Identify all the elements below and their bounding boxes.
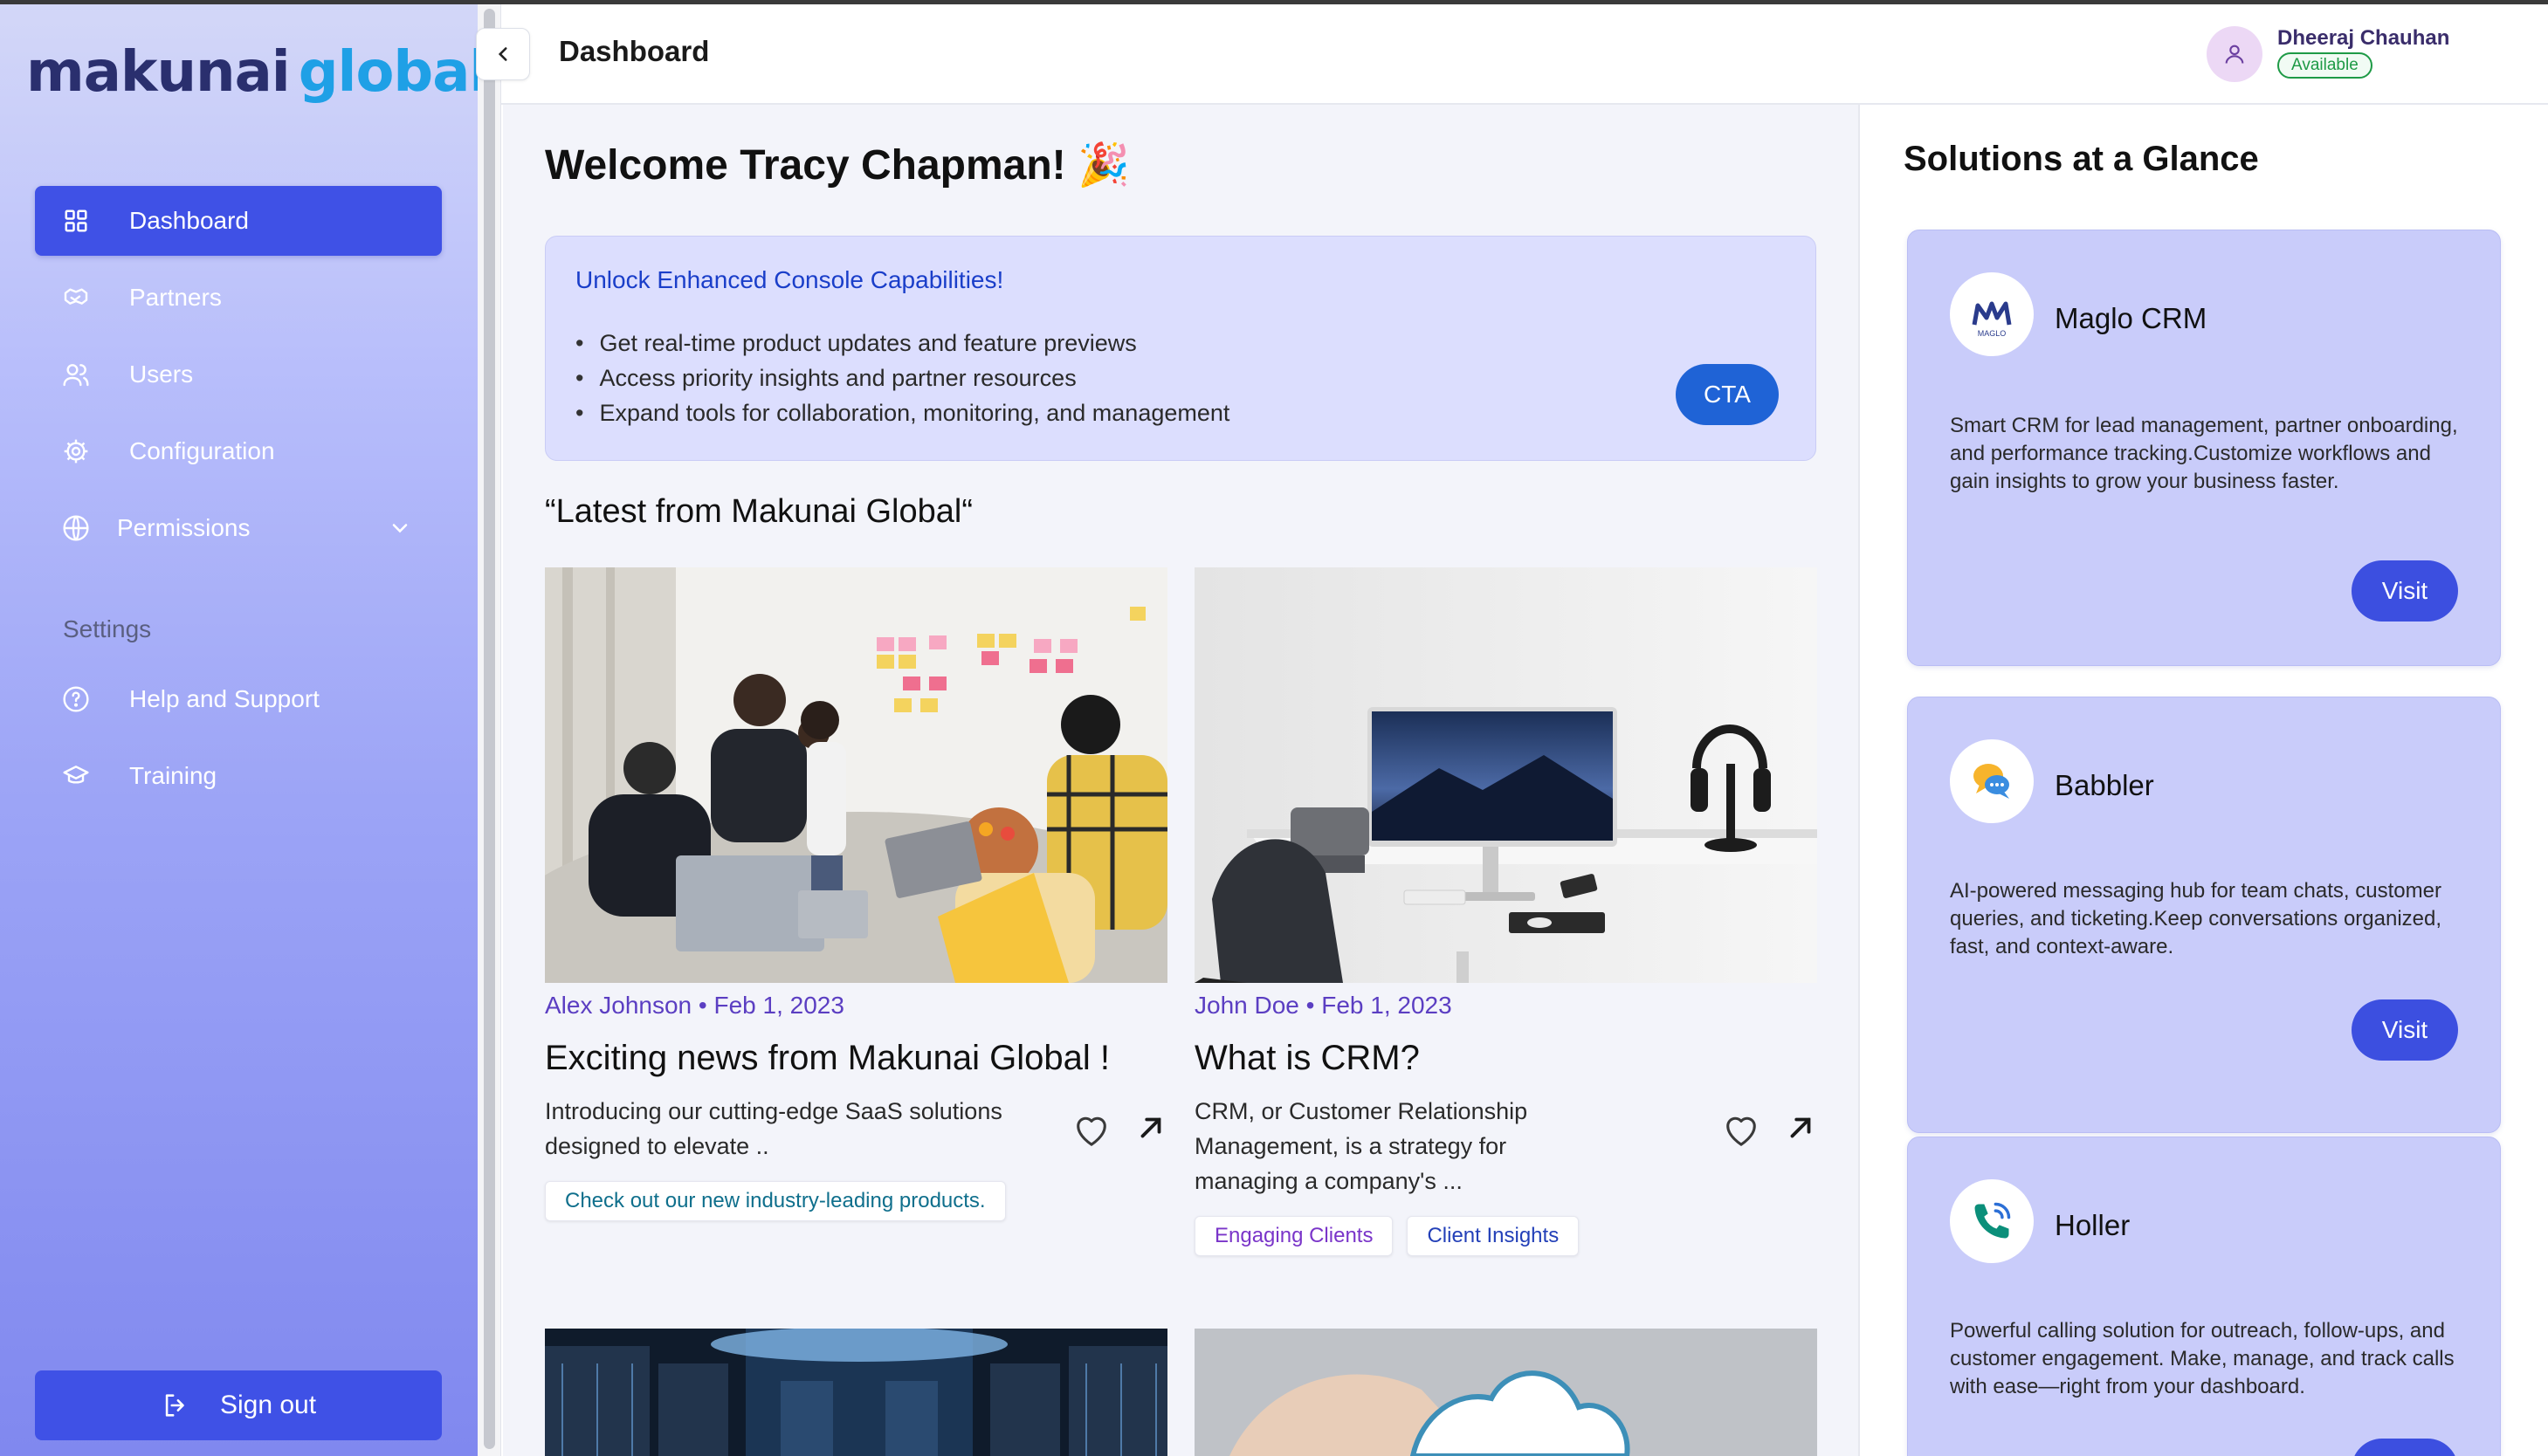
post-image-cloud[interactable] [1195, 1329, 1817, 1456]
post-image-workspace[interactable] [1195, 567, 1817, 983]
sidebar-item-label: Permissions [117, 514, 251, 541]
post-title[interactable]: What is CRM? [1195, 1039, 1817, 1078]
solution-description: AI-powered messaging hub for team chats,… [1950, 879, 2442, 958]
post-description: CRM, or Customer Relationship Management… [1195, 1098, 1528, 1194]
cta-title: Unlock Enhanced Console Capabilities! [575, 266, 1004, 293]
sidebar-item-help-and-support[interactable]: Help and Support [35, 664, 442, 734]
solution-name: Babbler [2055, 769, 2154, 801]
arrow-up-right-icon[interactable] [1784, 1111, 1817, 1152]
logo-part-1: makunai [26, 40, 291, 105]
avatar[interactable] [2207, 26, 2262, 82]
post-actions [1071, 1111, 1167, 1152]
sidebar-item-partners[interactable]: Partners [35, 263, 442, 333]
solution-card-holler: Holler Powerful calling solution for out… [1907, 1137, 2501, 1456]
settings-section-label: Settings [63, 615, 152, 642]
sidebar-item-training[interactable]: Training [35, 741, 442, 811]
cta-banner: Unlock Enhanced Console Capabilities! Ge… [545, 236, 1816, 461]
sidebar-item-users[interactable]: Users [35, 340, 442, 409]
solution-description: Smart CRM for lead management, partner o… [1950, 414, 2458, 493]
post-meta: John Doe • Feb 1, 2023 [1195, 992, 1452, 1019]
blog-post-card[interactable]: John Doe • Feb 1, 2023 What is CRM? CRM,… [1195, 567, 1817, 1256]
post-tag[interactable]: Check out our new industry-leading produ… [545, 1181, 1006, 1221]
post-meta: Alex Johnson • Feb 1, 2023 [545, 992, 844, 1019]
chat-bubbles-icon [1950, 739, 2034, 823]
solutions-panel: Solutions at a Glance MAGLO Maglo CRM Sm… [1858, 105, 2548, 1456]
cta-bullet-list: Get real-time product updates and featur… [575, 326, 1229, 430]
sidebar-item-configuration[interactable]: Configuration [35, 416, 442, 486]
sidebar-item-label: Users [129, 361, 194, 388]
sign-out-label: Sign out [219, 1391, 317, 1419]
users-icon [61, 360, 91, 389]
window-top-border [0, 0, 2548, 4]
sign-out-icon [161, 1391, 190, 1420]
user-icon [2225, 45, 2244, 64]
sidebar-item-label: Help and Support [129, 685, 320, 712]
cta-bullet: Expand tools for collaboration, monitori… [575, 395, 1229, 430]
logo[interactable]: makunai global [26, 38, 489, 107]
post-title[interactable]: Exciting news from Makunai Global ! [545, 1039, 1167, 1078]
main-content: Welcome Tracy Chapman! 🎉 Unlock Enhanced… [503, 105, 1858, 1456]
collapse-sidebar-button[interactable] [476, 28, 530, 80]
post-tag[interactable]: Engaging Clients [1195, 1216, 1394, 1256]
solution-name: Maglo CRM [2055, 302, 2207, 334]
visit-button[interactable]: Visit [2352, 1439, 2458, 1456]
heart-icon[interactable] [1071, 1111, 1112, 1152]
solutions-title: Solutions at a Glance [1904, 140, 2259, 178]
heart-icon[interactable] [1721, 1111, 1761, 1152]
maglo-logo-text: MAGLO [1978, 329, 2007, 338]
status-badge: Available [2277, 52, 2372, 79]
arrow-up-right-icon[interactable] [1134, 1111, 1167, 1152]
phone-call-icon [1950, 1179, 2034, 1263]
gear-icon [61, 436, 91, 466]
welcome-heading: Welcome Tracy Chapman! 🎉 [545, 142, 1130, 189]
solution-name: Holler [2055, 1209, 2131, 1241]
sidebar-item-label: Training [129, 762, 217, 789]
sidebar: makunai global Dashboard Partners Users C… [0, 4, 488, 1456]
page-title: Dashboard [559, 35, 710, 67]
blog-post-card[interactable]: Alex Johnson • Feb 1, 2023 Exciting news… [545, 567, 1167, 1221]
globe-icon [61, 513, 91, 543]
visit-button[interactable]: Visit [2352, 560, 2458, 622]
post-tags: Engaging Clients Client Insights [1195, 1216, 1817, 1256]
cta-button[interactable]: CTA [1676, 364, 1779, 425]
sign-out-button[interactable]: Sign out [35, 1370, 442, 1440]
sidebar-item-permissions[interactable]: Permissions [35, 493, 442, 563]
sidebar-item-label: Configuration [129, 437, 275, 464]
user-name[interactable]: Dheeraj Chauhan [2277, 26, 2449, 51]
post-tags: Check out our new industry-leading produ… [545, 1181, 1167, 1221]
sidebar-item-dashboard[interactable]: Dashboard [35, 186, 442, 256]
solution-card-babbler: Babbler AI-powered messaging hub for tea… [1907, 697, 2501, 1133]
cta-bullet: Access priority insights and partner res… [575, 361, 1229, 395]
latest-section-title: “Latest from Makunai Global“ [545, 493, 973, 530]
sidebar-scrollbar-thumb[interactable] [484, 9, 495, 1449]
maglo-logo: MAGLO [1950, 272, 2034, 356]
graduation-cap-icon [61, 761, 91, 791]
post-image-meeting[interactable] [545, 567, 1167, 983]
grid-icon [61, 206, 91, 236]
post-description: Introducing our cutting-edge SaaS soluti… [545, 1098, 1002, 1159]
solution-description: Powerful calling solution for outreach, … [1950, 1319, 2455, 1398]
chevron-left-icon [498, 47, 507, 61]
sidebar-item-label: Dashboard [129, 207, 249, 234]
cta-bullet: Get real-time product updates and featur… [575, 326, 1229, 361]
visit-button[interactable]: Visit [2352, 999, 2458, 1061]
post-actions [1721, 1111, 1817, 1152]
post-image-server-room[interactable] [545, 1329, 1167, 1456]
post-tag[interactable]: Client Insights [1407, 1216, 1580, 1256]
help-icon [61, 684, 91, 714]
sidebar-item-label: Partners [129, 284, 222, 311]
solution-card-maglo-crm: MAGLO Maglo CRM Smart CRM for lead manag… [1907, 230, 2501, 666]
logo-part-2: global [298, 40, 489, 105]
chevron-down-icon[interactable] [388, 516, 412, 546]
handshake-icon [61, 283, 91, 312]
